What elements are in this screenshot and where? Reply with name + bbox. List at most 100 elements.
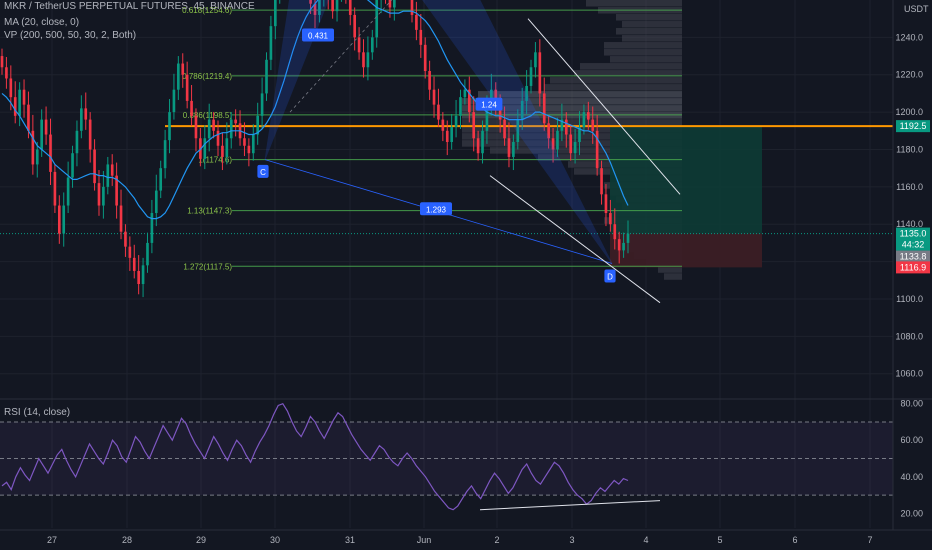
candle-body (472, 112, 476, 139)
ma-indicator-label[interactable]: MA (20, close, 0) (4, 17, 79, 29)
candle-body (613, 224, 617, 240)
candle-body (13, 97, 17, 116)
volume-profile-bar (462, 119, 682, 126)
candle-body (441, 119, 445, 131)
rsi-tick-label: 20.00 (900, 508, 923, 518)
candle-body (437, 104, 440, 120)
candle-body (419, 29, 423, 45)
price-tick-label: 1060.0 (895, 369, 923, 379)
candle-body (57, 205, 61, 234)
candle-body (353, 14, 356, 38)
candle-body (172, 89, 176, 113)
candle-body (609, 213, 612, 225)
candle-body (132, 257, 136, 271)
candle-body (556, 130, 559, 150)
candle-body (512, 142, 515, 157)
candle-body (335, 0, 339, 12)
candle-body (106, 164, 110, 187)
candle-body (168, 112, 171, 141)
price-badge-label: 1133.8 (900, 252, 927, 262)
candle-body (503, 119, 506, 139)
candle-body (463, 89, 467, 98)
candle-body (0, 56, 4, 68)
volume-profile-bar (616, 28, 682, 35)
candle-body (542, 93, 546, 124)
fib-level-label: 1.13(1147.3) (187, 207, 232, 216)
candle-body (357, 37, 361, 53)
candle-body (617, 239, 621, 251)
harmonic-label: 1.293 (426, 205, 447, 214)
time-tick-label: Jun (417, 535, 432, 545)
harmonic-label: 0.431 (308, 32, 329, 41)
fib-level-label: 0.886(1198.5) (183, 111, 233, 120)
candle-body (251, 134, 255, 154)
time-tick-label: 31 (345, 535, 355, 545)
candle-body (538, 52, 542, 94)
time-tick-label: 27 (47, 535, 57, 545)
candle-body (459, 97, 462, 116)
fib-level-label: 1.272(1117.5) (183, 262, 232, 271)
time-tick-label: 3 (569, 535, 574, 545)
candle-body (221, 145, 224, 157)
candle-body (454, 115, 458, 128)
candle-body (137, 270, 140, 285)
candle-body (35, 149, 39, 165)
price-badge-label: 1116.9 (900, 262, 926, 272)
candle-body (22, 89, 26, 105)
price-tick-label: 1240.0 (895, 32, 923, 42)
price-chart[interactable]: 0.618(1254.6)0.786(1219.4)0.886(1198.5)1… (0, 0, 932, 550)
volume-profile-bar (616, 14, 682, 21)
candle-body (269, 26, 273, 60)
volume-profile-bar (604, 49, 682, 56)
candle-body (450, 127, 453, 143)
volume-profile-bar (604, 42, 682, 49)
candle-body (66, 177, 70, 206)
price-tick-label: 1220.0 (895, 70, 923, 80)
volume-profile-bar (610, 56, 682, 63)
fib-level-label: 0.786(1219.4) (182, 72, 232, 81)
candle-body (415, 14, 418, 30)
candle-body (150, 213, 154, 243)
candle-body (185, 74, 189, 101)
candle-body (410, 0, 414, 15)
candle-body (84, 108, 88, 120)
price-tick-label: 1160.0 (896, 182, 923, 192)
candle-body (274, 0, 277, 27)
volume-profile-bar (664, 273, 682, 280)
candle-body (75, 130, 79, 154)
candle-body (622, 242, 625, 251)
volume-profile-bar (550, 77, 682, 84)
volume-profile-bar (622, 21, 682, 28)
volume-profile-bar (586, 0, 682, 7)
candle-body (177, 63, 180, 90)
candle-body (362, 52, 365, 68)
candle-body (234, 119, 237, 124)
candle-body (93, 149, 96, 184)
candle-body (265, 59, 268, 94)
rsi-indicator-label[interactable]: RSI (14, close) (4, 407, 70, 418)
candle-body (62, 205, 66, 234)
candle-body (481, 130, 484, 154)
candle-body (476, 138, 480, 154)
price-badge-label: 1192.5 (900, 121, 927, 131)
candle-body (428, 71, 431, 90)
candle-body (181, 63, 185, 75)
vp-indicator-label[interactable]: VP (200, 500, 50, 30, 2, Both) (4, 30, 136, 42)
rsi-trendline (479, 500, 661, 511)
candle-body (190, 100, 193, 116)
candle-body (587, 112, 590, 120)
rsi-tick-label: 40.00 (900, 472, 923, 482)
time-tick-label: 2 (494, 535, 499, 545)
candle-body (423, 44, 427, 72)
candle-body (110, 164, 114, 176)
candle-body (159, 168, 163, 191)
target-zone (610, 126, 762, 234)
candle-body (534, 52, 537, 68)
currency-label: USDT (904, 4, 929, 14)
time-tick-label: 6 (792, 535, 797, 545)
price-tick-label: 1080.0 (895, 331, 923, 341)
symbol-title: MKR / TetherUS PERPETUAL FUTURES, 45, BI… (4, 1, 255, 12)
time-tick-label: 7 (867, 535, 872, 545)
candle-body (102, 186, 105, 206)
candle-body (128, 246, 132, 258)
